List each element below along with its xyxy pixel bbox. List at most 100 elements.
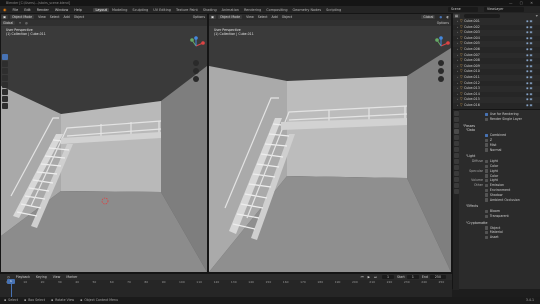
start-frame-field[interactable]: 1 [406, 275, 419, 279]
transform-orientation-dropdown[interactable]: Global [421, 15, 436, 19]
menu-select[interactable]: Select [256, 15, 270, 19]
zoom-icon[interactable] [193, 60, 199, 66]
menu-select[interactable]: Select [48, 15, 62, 19]
output-tab-icon[interactable] [453, 123, 459, 128]
cryptomatte-pass-checkbox[interactable] [485, 231, 489, 235]
mode-dropdown[interactable]: Object Mode [218, 15, 243, 19]
constraints-tab-icon[interactable] [453, 171, 459, 176]
menu-view[interactable]: View [244, 15, 256, 19]
viewport-right[interactable]: ▣ Object Mode View Select Add Object Glo… [208, 13, 452, 273]
pan-icon[interactable] [193, 68, 199, 74]
visibility-toggles-icon[interactable]: ◉▣ [526, 103, 540, 109]
outliner-item-name[interactable]: Cube.016 [464, 103, 526, 109]
workspace-tab-sculpting[interactable]: Sculpting [130, 8, 151, 12]
camera-view-icon[interactable] [193, 76, 199, 82]
measure-tool-icon[interactable] [2, 103, 8, 109]
menu-add[interactable]: Add [62, 15, 72, 19]
cryptomatte-pass-checkbox[interactable] [485, 226, 489, 230]
light-pass-checkbox[interactable] [485, 198, 489, 202]
light-pass-checkbox[interactable] [485, 183, 489, 188]
render-tab-icon[interactable] [453, 117, 459, 122]
menu-keying[interactable]: Keying [33, 275, 50, 279]
tool-tab-icon[interactable] [453, 111, 459, 116]
menu-object[interactable]: Object [280, 15, 294, 19]
transform-orientation-dropdown[interactable]: Global [1, 21, 16, 25]
workspace-tab-animation[interactable]: Animation [219, 8, 241, 12]
pan-icon[interactable] [438, 68, 444, 74]
workspace-tab-shading[interactable]: Shading [200, 8, 219, 12]
workspace-tab-uv-editing[interactable]: UV Editing [151, 8, 174, 12]
effects-pass-checkbox[interactable] [485, 209, 489, 214]
particles-tab-icon[interactable] [453, 159, 459, 164]
rotate-tool-icon[interactable] [2, 75, 8, 81]
proportional-edit-icon[interactable]: ◎ [23, 21, 30, 25]
menu-playback[interactable]: Playback [13, 275, 33, 279]
editor-type-button[interactable]: ▣ [209, 15, 217, 19]
editor-type-button[interactable]: ▤ [453, 14, 461, 18]
end-frame-field[interactable]: 250 [429, 275, 446, 279]
workspace-tab-texture-paint[interactable]: Texture Paint [173, 8, 200, 12]
world-tab-icon[interactable] [453, 141, 459, 146]
blender-logo-icon[interactable]: ◉ [0, 7, 10, 12]
material-tab-icon[interactable] [453, 183, 459, 188]
workspace-tab-scripting[interactable]: Scripting [324, 8, 344, 12]
effects-pass-checkbox[interactable] [485, 214, 489, 219]
menu-window[interactable]: Window [52, 8, 71, 12]
shading-material-icon[interactable]: ◐ [444, 15, 451, 19]
data-pass-checkbox[interactable] [485, 133, 489, 138]
menu-help[interactable]: Help [71, 8, 85, 12]
light-pass-checkbox[interactable] [485, 169, 489, 173]
render-single-layer-checkbox[interactable] [485, 117, 489, 121]
data-tab-icon[interactable] [453, 177, 459, 182]
cryptomatte-pass-checkbox[interactable] [485, 235, 489, 240]
jump-end-icon[interactable]: ⏭ [372, 275, 379, 279]
light-pass-checkbox[interactable] [485, 193, 489, 197]
outliner-search-input[interactable] [464, 14, 501, 18]
menu-add[interactable]: Add [270, 15, 280, 19]
zoom-icon[interactable] [438, 60, 444, 66]
menu-file[interactable]: File [10, 8, 22, 12]
shading-solid-icon[interactable]: ● [437, 15, 444, 19]
filter-icon[interactable]: ⏷ [533, 14, 540, 18]
workspace-tab-geometry-nodes[interactable]: Geometry Nodes [290, 8, 324, 12]
menu-render[interactable]: Render [34, 8, 52, 12]
menu-view[interactable]: View [36, 15, 48, 19]
light-pass-checkbox[interactable] [485, 159, 489, 164]
annotate-tool-icon[interactable] [2, 96, 8, 102]
light-pass-checkbox[interactable] [485, 174, 489, 178]
current-frame-field[interactable]: 1 [381, 275, 395, 279]
workspace-tab-rendering[interactable]: Rendering [241, 8, 263, 12]
cursor-tool-icon[interactable] [2, 61, 8, 67]
workspace-tab-modeling[interactable]: Modeling [109, 8, 129, 12]
light-pass-checkbox[interactable] [485, 179, 489, 183]
navigation-gizmo-left[interactable] [186, 36, 206, 56]
modifier-tab-icon[interactable] [453, 153, 459, 158]
select-tool-icon[interactable] [2, 54, 8, 60]
transform-tool-icon[interactable] [2, 89, 8, 95]
navigation-gizmo-right[interactable] [431, 36, 451, 56]
options-dropdown[interactable]: Options [191, 15, 207, 19]
menu-edit[interactable]: Edit [21, 8, 34, 12]
camera-view-icon[interactable] [438, 76, 444, 82]
light-pass-checkbox[interactable] [485, 164, 489, 169]
data-pass-checkbox[interactable] [485, 143, 489, 147]
data-pass-checkbox[interactable] [485, 148, 489, 152]
menu-object[interactable]: Object [72, 15, 86, 19]
object-tab-icon[interactable] [453, 147, 459, 152]
view-layer-selector[interactable]: ViewLayer [484, 7, 524, 12]
viewport-left[interactable]: ▣ Object Mode View Select Add Object Opt… [0, 13, 208, 273]
scale-tool-icon[interactable] [2, 82, 8, 88]
workspace-tab-compositing[interactable]: Compositing [264, 8, 290, 12]
scene-tab-icon[interactable] [453, 135, 459, 140]
use-for-rendering-checkbox[interactable] [485, 112, 489, 117]
options-dropdown[interactable]: Options [435, 21, 451, 25]
view-layer-tab-icon[interactable] [453, 129, 459, 134]
texture-tab-icon[interactable] [453, 189, 459, 194]
light-pass-checkbox[interactable] [485, 188, 489, 193]
outliner-row[interactable]: ▸ ▽ Cube.016 ◉▣ [453, 103, 540, 109]
workspace-tab-layout[interactable]: Layout [92, 7, 110, 12]
move-tool-icon[interactable] [2, 68, 8, 74]
physics-tab-icon[interactable] [453, 165, 459, 170]
menu-marker[interactable]: Marker [63, 275, 80, 279]
mode-dropdown[interactable]: Object Mode [10, 15, 35, 19]
